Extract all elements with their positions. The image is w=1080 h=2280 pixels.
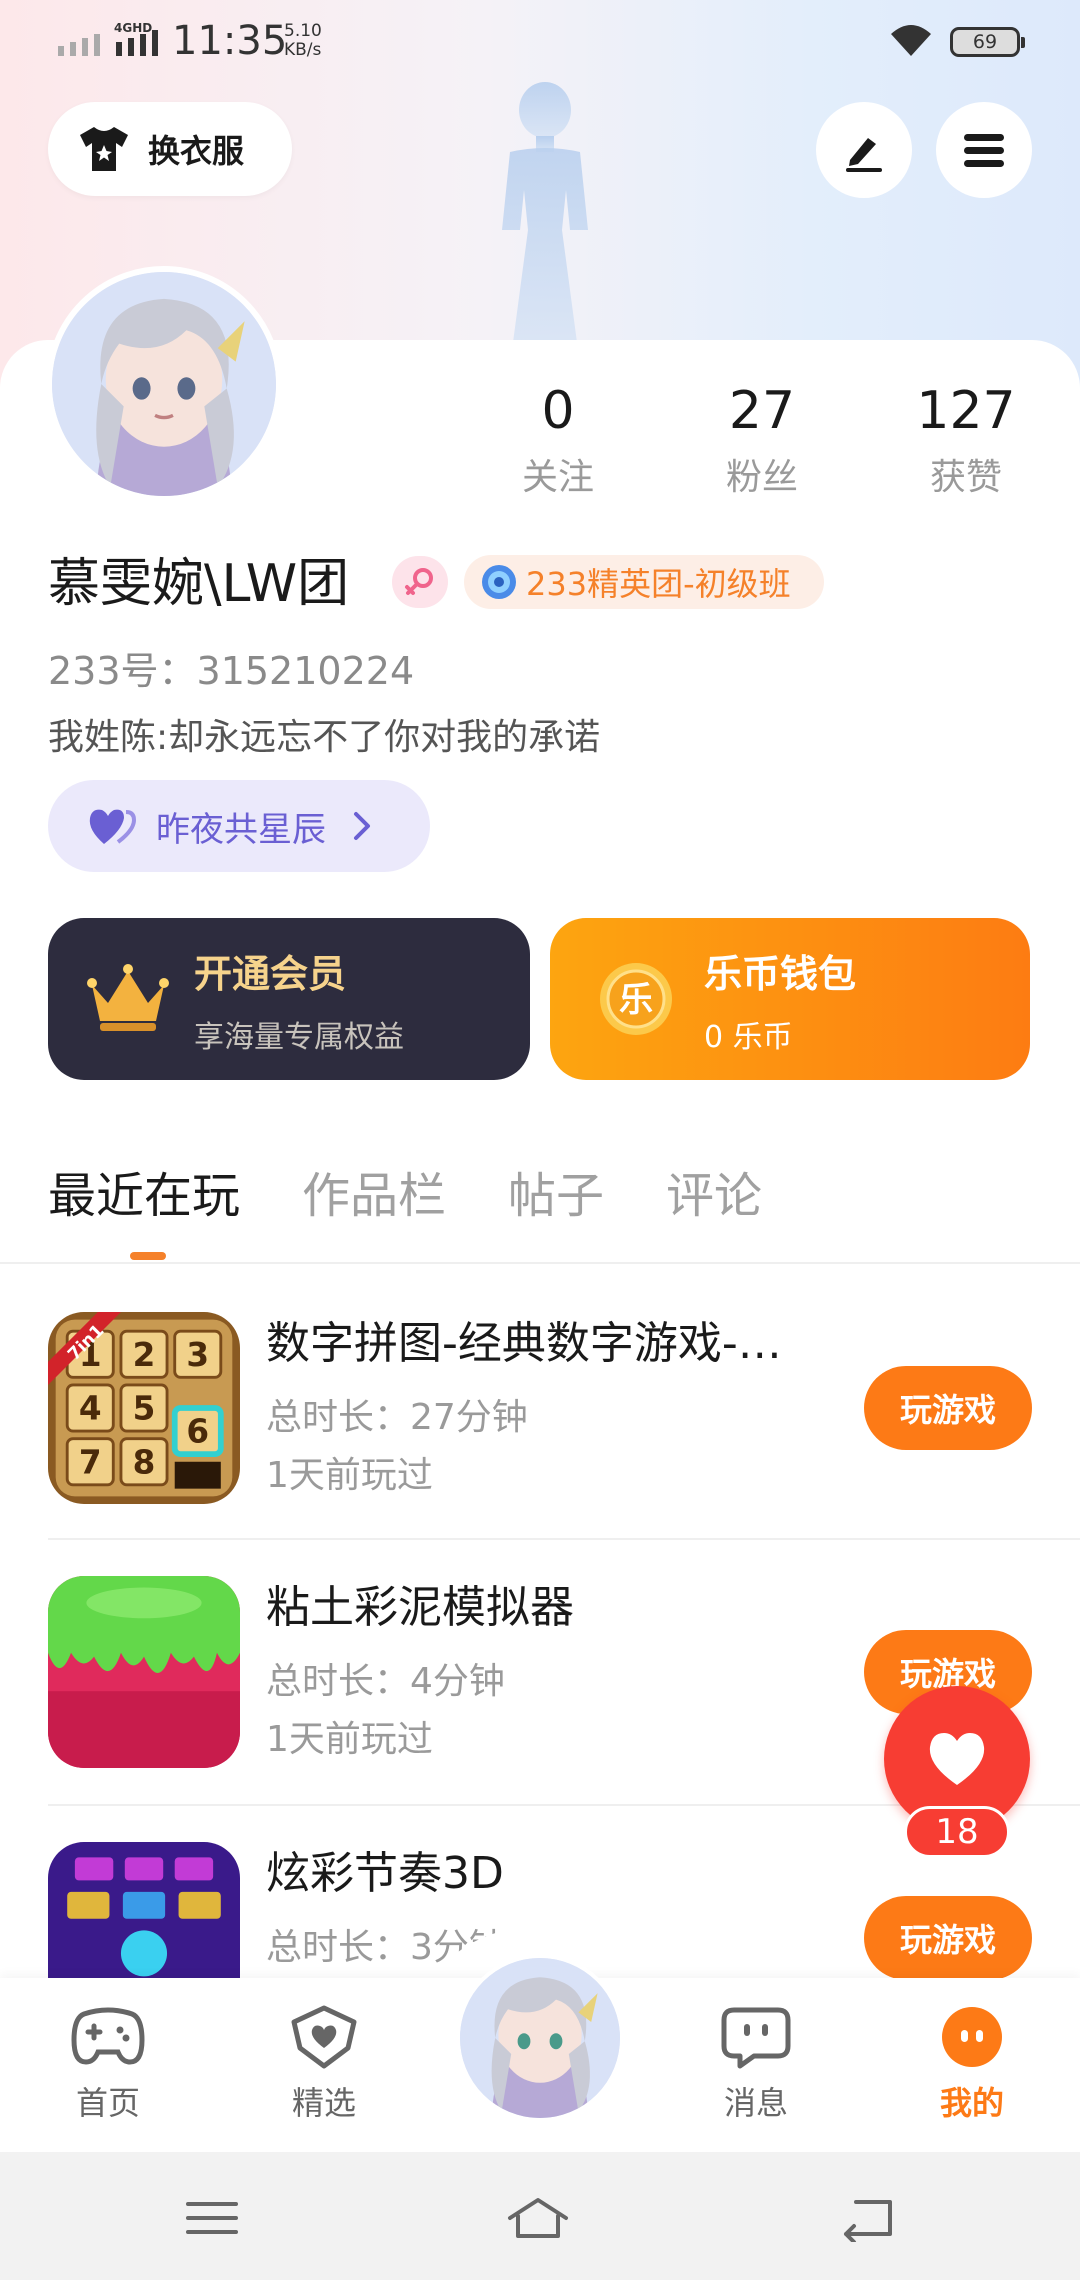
game-title: 炫彩节奏3D (266, 1848, 504, 1899)
wifi-icon (891, 25, 931, 56)
chevron-right-icon (354, 812, 370, 840)
battery-icon: 69 (950, 27, 1025, 57)
following-count: 0 (541, 381, 575, 441)
game-last-played: 1天前玩过 (266, 1455, 433, 1496)
active-tab-indicator (130, 1252, 166, 1260)
team-emblem-icon (482, 565, 516, 599)
tab-works[interactable]: 作品栏 (302, 1160, 446, 1240)
username: 慕雯婉\LW团 (48, 554, 350, 614)
net-speed-unit: KB/s (284, 40, 322, 60)
team-badge[interactable]: 233精英团-初级班 (464, 555, 824, 609)
network-type: 4GHD (114, 22, 152, 35)
heart-badge-icon (291, 2005, 357, 2069)
profile-avatar[interactable] (46, 266, 282, 502)
wallet-balance: 0 乐币 (704, 1019, 793, 1055)
chat-icon (721, 2007, 791, 2069)
net-speed: 5.10 KB/s (284, 22, 322, 60)
svg-text:7: 7 (79, 1443, 102, 1481)
profile-face-icon (942, 2007, 1002, 2067)
svg-text:3: 3 (186, 1336, 209, 1374)
hamburger-menu-icon (964, 134, 1004, 167)
cellular-signal-icon: 4GHD (58, 22, 158, 56)
coin-icon: 乐 (600, 963, 672, 1035)
nav-featured-label: 精选 (291, 2084, 356, 2122)
tshirt-icon (80, 127, 128, 171)
tabs-divider (0, 1262, 1080, 1264)
number-puzzle-icon: 123 456 78 7in1 (48, 1312, 240, 1504)
following-label: 关注 (521, 457, 594, 498)
game-last-played: 1天前玩过 (266, 1719, 433, 1760)
stat-likes[interactable]: 127 获赞 (896, 378, 1036, 500)
gamepad-icon (71, 2007, 145, 2065)
stat-following[interactable]: 0 关注 (488, 378, 628, 500)
vip-subtitle: 享海量专属权益 (194, 1019, 404, 1055)
gender-female-badge (392, 556, 448, 608)
change-outfit-label: 换衣服 (148, 132, 245, 170)
clock: 11:35 (172, 18, 288, 64)
3d-avatar-figure[interactable] (470, 80, 620, 350)
change-outfit-button[interactable]: 换衣服 (48, 102, 292, 196)
nav-home-label: 首页 (75, 2084, 140, 2122)
tab-posts[interactable]: 帖子 (508, 1160, 604, 1240)
tab-comments[interactable]: 评论 (666, 1160, 762, 1240)
vip-membership-card[interactable]: 开通会员 享海量专属权益 (48, 918, 530, 1080)
game-duration: 总时长：27分钟 (266, 1397, 528, 1438)
nav-messages-label: 消息 (723, 2084, 788, 2122)
recent-apps-icon[interactable] (180, 2194, 244, 2242)
list-item[interactable]: 123 456 78 7in1 数字拼图-经典数字游戏-… 总时长：27分钟 1… (0, 1312, 1080, 1512)
svg-text:2: 2 (133, 1336, 156, 1374)
wallet-title: 乐币钱包 (704, 951, 857, 996)
game-title: 粘土彩泥模拟器 (266, 1582, 574, 1633)
coin-char: 乐 (619, 980, 653, 1020)
content-tabs: 最近在玩 作品栏 帖子 评论 (48, 1160, 824, 1240)
team-name: 233精英团-初级班 (526, 565, 791, 603)
vip-title: 开通会员 (194, 951, 347, 996)
stat-followers[interactable]: 27 粉丝 (692, 378, 832, 500)
game-duration: 总时长：4分钟 (266, 1661, 505, 1702)
music-title: 昨夜共星辰 (156, 809, 326, 850)
svg-text:8: 8 (133, 1443, 156, 1481)
play-game-button[interactable]: 玩游戏 (864, 1896, 1032, 1980)
nav-messages[interactable]: 消息 (696, 2004, 816, 2124)
nav-featured[interactable]: 精选 (264, 2004, 384, 2124)
profile-music-button[interactable]: 昨夜共星辰 (48, 780, 430, 872)
svg-text:6: 6 (186, 1413, 209, 1451)
nav-profile[interactable]: 我的 (912, 2004, 1032, 2124)
followers-count: 27 (728, 381, 796, 441)
likes-count: 127 (916, 381, 1016, 441)
user-bio: 我姓陈:却永远忘不了你对我的承诺 (48, 717, 601, 758)
followers-label: 粉丝 (725, 457, 798, 498)
svg-text:4: 4 (79, 1390, 102, 1428)
crown-icon (87, 964, 169, 1031)
menu-button[interactable] (936, 102, 1032, 198)
row-divider (48, 1538, 1080, 1540)
edit-profile-button[interactable] (816, 102, 912, 198)
heart-icon (929, 1733, 985, 1785)
double-heart-icon (89, 809, 136, 844)
play-game-button[interactable]: 玩游戏 (864, 1366, 1032, 1450)
home-icon[interactable] (506, 2194, 570, 2242)
user-id[interactable]: 233号：315210224 (48, 640, 414, 695)
anime-avatar-image (460, 1958, 620, 2118)
edit-pen-icon (846, 138, 882, 172)
status-bar: 4GHD 11:35 5.10 KB/s 69 (0, 0, 1080, 86)
net-speed-value: 5.10 (284, 21, 322, 41)
wallet-card[interactable]: 乐 乐币钱包 0 乐币 (550, 918, 1030, 1080)
female-symbol-icon (405, 568, 433, 595)
anime-avatar-image (52, 272, 276, 496)
svg-text:5: 5 (133, 1390, 156, 1428)
back-icon[interactable] (836, 2194, 900, 2242)
like-count-badge: 18 (904, 1806, 1010, 1858)
game-title: 数字拼图-经典数字游戏-… (266, 1318, 782, 1369)
nav-home[interactable]: 首页 (48, 2004, 168, 2124)
likes-label: 获赞 (929, 457, 1002, 498)
slime-icon (48, 1576, 240, 1768)
nav-profile-label: 我的 (939, 2084, 1004, 2122)
tab-recently-played[interactable]: 最近在玩 (48, 1160, 240, 1240)
nav-avatar[interactable] (456, 1954, 624, 2122)
